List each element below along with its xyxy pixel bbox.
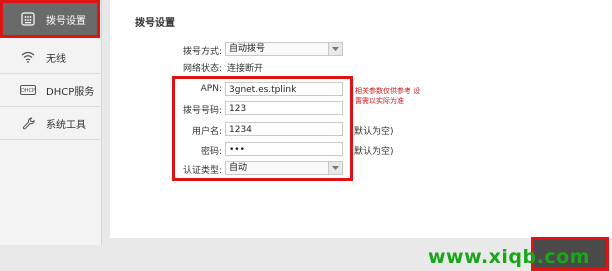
net-status-label: 网络状态: <box>182 64 222 74</box>
sidebar-item-label: 拨号设置 <box>46 15 86 27</box>
apn-input[interactable]: 3gnet.es.tplink <box>225 82 343 96</box>
username-input[interactable]: 1234 <box>225 122 343 136</box>
wrench-icon <box>20 115 36 131</box>
auth-type-select[interactable]: 自动 <box>225 161 343 175</box>
password-label: 密码: <box>200 147 222 157</box>
dial-number-label: 拨号号码: <box>182 106 222 116</box>
sidebar-item-dial-settings[interactable]: 拨号设置 <box>0 3 100 36</box>
sidebar-item-dhcp[interactable]: DHCP DHCP服务 <box>0 74 100 107</box>
dial-number-input[interactable]: 123 <box>225 101 343 115</box>
dial-mode-select[interactable]: 自动拨号 <box>225 42 343 56</box>
auth-type-label: 认证类型: <box>182 166 222 176</box>
username-default-note: 默认为空) <box>354 127 394 137</box>
auth-type-value: 自动 <box>229 163 248 173</box>
sidebar-item-label: 无线 <box>46 53 66 65</box>
sidebar-item-system-tools[interactable]: 系统工具 <box>0 107 100 140</box>
parameter-hint: 相关参数仅供参考 设置需以实际为准 <box>355 87 421 105</box>
username-label: 用户名: <box>191 127 222 137</box>
password-input[interactable]: ••• <box>225 142 343 156</box>
dial-mode-value: 自动拨号 <box>229 44 266 54</box>
sidebar: 拨号设置 无线 DHCP DHCP服务 系统工具 <box>0 0 102 245</box>
net-status-value: 连接断开 <box>227 64 264 74</box>
sidebar-item-wireless[interactable]: 无线 <box>0 41 100 74</box>
svg-text:DHCP: DHCP <box>21 88 35 94</box>
sidebar-item-label: DHCP服务 <box>46 86 95 98</box>
password-default-note: 默认为空) <box>354 147 394 157</box>
dial-mode-label: 拨号方式: <box>182 47 222 57</box>
chevron-down-icon <box>328 162 342 174</box>
chevron-down-icon <box>328 43 342 55</box>
wifi-icon <box>20 49 36 65</box>
main-panel <box>110 0 612 238</box>
dhcp-icon: DHCP <box>20 82 36 98</box>
watermark: www.xiqb.com <box>428 246 590 268</box>
apn-label: APN: <box>200 84 222 94</box>
page-title: 拨号设置 <box>135 18 175 29</box>
sidebar-item-label: 系统工具 <box>46 119 86 131</box>
dial-icon <box>20 11 36 27</box>
